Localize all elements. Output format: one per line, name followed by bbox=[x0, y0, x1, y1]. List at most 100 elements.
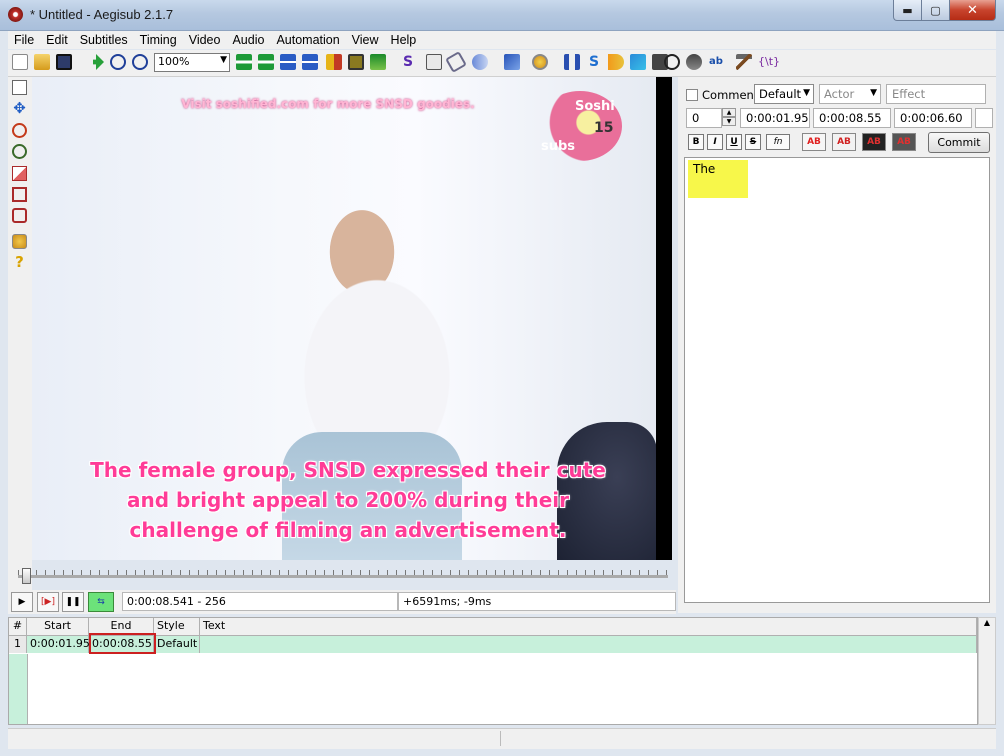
aegisub-app-icon[interactable] bbox=[8, 7, 23, 22]
styles-manager-icon[interactable] bbox=[370, 54, 386, 70]
snap-to-keyframe-icon[interactable] bbox=[326, 54, 342, 70]
gear-icon[interactable] bbox=[686, 54, 702, 70]
maximize-button[interactable]: ▢ bbox=[921, 0, 950, 21]
menu-help[interactable]: Help bbox=[385, 33, 423, 47]
col-header-style[interactable]: Style bbox=[154, 618, 200, 635]
move-tool-icon[interactable]: ✥ bbox=[12, 101, 27, 116]
lua-script-icon[interactable]: {\t} bbox=[758, 54, 780, 70]
video-time-readout[interactable]: 0:00:08.541 - 256 bbox=[122, 592, 398, 611]
copy-icon[interactable] bbox=[630, 54, 646, 70]
primary-color-button[interactable]: AB bbox=[802, 133, 826, 151]
start-time-field[interactable]: 0:00:01.95 bbox=[740, 108, 810, 128]
menu-view[interactable]: View bbox=[346, 33, 385, 47]
menu-edit[interactable]: Edit bbox=[40, 33, 74, 47]
abc-check-icon[interactable]: ab bbox=[708, 54, 724, 70]
menu-video[interactable]: Video bbox=[183, 33, 227, 47]
end-time-annotation-box bbox=[89, 633, 156, 654]
strikeout-button[interactable]: S bbox=[745, 134, 761, 150]
actor-select[interactable]: Actor ▼ bbox=[819, 84, 881, 104]
standard-tool-icon[interactable] bbox=[12, 80, 27, 95]
layer-field[interactable]: 0 bbox=[686, 108, 722, 128]
end-time-field[interactable]: 0:00:08.55 bbox=[813, 108, 891, 128]
spin-down-icon[interactable]: ▼ bbox=[722, 117, 736, 126]
menu-audio[interactable]: Audio bbox=[226, 33, 270, 47]
secondary-color-button[interactable]: AB bbox=[832, 133, 856, 151]
outline-color-button[interactable]: AB bbox=[862, 133, 886, 151]
col-header-text[interactable]: Text bbox=[200, 618, 977, 635]
play-button[interactable]: ▶ bbox=[11, 592, 33, 612]
shadow-color-button[interactable]: AB bbox=[892, 133, 916, 151]
fonts-collector-icon[interactable] bbox=[445, 51, 467, 73]
timer-icon[interactable] bbox=[664, 54, 680, 70]
col-header-start[interactable]: Start bbox=[27, 618, 89, 635]
auto-scroll-toggle[interactable]: ⇆ bbox=[88, 592, 114, 612]
menu-subtitles[interactable]: Subtitles bbox=[74, 33, 134, 47]
attachments-icon[interactable] bbox=[426, 54, 442, 70]
new-file-icon[interactable] bbox=[12, 54, 28, 70]
properties-icon[interactable]: S bbox=[400, 54, 416, 70]
timing-postprocessor-icon[interactable] bbox=[532, 54, 548, 70]
set-start-to-video-icon[interactable] bbox=[280, 54, 296, 70]
subtitle-text-editor[interactable]: The bbox=[684, 157, 990, 603]
realtime-tool-icon[interactable] bbox=[12, 234, 27, 249]
zoom-in-icon[interactable] bbox=[110, 54, 126, 70]
menu-automation[interactable]: Automation bbox=[270, 33, 345, 47]
spell-checker-icon[interactable]: S bbox=[586, 54, 602, 70]
minimize-button[interactable]: ▬ bbox=[893, 0, 922, 21]
video-snap-icon[interactable] bbox=[348, 54, 364, 70]
margin-field[interactable] bbox=[975, 108, 993, 128]
jump-to-icon[interactable] bbox=[88, 54, 104, 70]
menu-file[interactable]: File bbox=[8, 33, 40, 47]
zoom-out-icon[interactable] bbox=[132, 54, 148, 70]
row-text bbox=[200, 636, 977, 653]
jump-video-to-end-icon[interactable] bbox=[258, 54, 274, 70]
help-icon[interactable]: ? bbox=[12, 255, 27, 270]
play-icon: ▶ bbox=[18, 597, 26, 607]
comment-checkbox[interactable] bbox=[686, 89, 698, 101]
close-button[interactable]: ✕ bbox=[949, 0, 996, 21]
pause-icon: ❚❚ bbox=[65, 597, 81, 607]
window-title: * Untitled - Aegisub 2.1.7 bbox=[30, 7, 174, 22]
rotate-xy-tool-icon[interactable] bbox=[12, 144, 27, 159]
jump-video-to-start-icon[interactable] bbox=[236, 54, 252, 70]
effect-field[interactable]: Effect bbox=[886, 84, 986, 104]
scale-tool-icon[interactable] bbox=[12, 166, 27, 181]
grid-gutter bbox=[9, 654, 28, 724]
video-display[interactable]: Soshi subs 15 Visit soshified.com for mo… bbox=[32, 77, 672, 560]
main-toolbar: 100% ▼ S S ab {\t} bbox=[8, 50, 996, 77]
font-button[interactable]: fn bbox=[766, 134, 790, 150]
clip-tool-icon[interactable] bbox=[12, 187, 27, 202]
logo-text-bottom: subs bbox=[541, 139, 576, 154]
video-seek-bar[interactable] bbox=[12, 565, 670, 587]
bold-button[interactable]: B bbox=[688, 134, 704, 150]
col-header-num[interactable]: # bbox=[9, 618, 27, 635]
save-icon[interactable] bbox=[56, 54, 72, 70]
spin-up-icon[interactable]: ▲ bbox=[722, 108, 736, 117]
pause-button[interactable]: ❚❚ bbox=[62, 592, 84, 612]
automation-icon[interactable] bbox=[472, 54, 488, 70]
set-end-to-video-icon[interactable] bbox=[302, 54, 318, 70]
open-file-icon[interactable] bbox=[34, 54, 50, 70]
duration-field[interactable]: 0:00:06.60 bbox=[894, 108, 972, 128]
seek-thumb[interactable] bbox=[22, 568, 31, 584]
italic-button[interactable]: I bbox=[707, 134, 723, 150]
scroll-up-icon[interactable]: ▲ bbox=[979, 618, 995, 627]
vector-clip-tool-icon[interactable] bbox=[12, 208, 27, 223]
style-select[interactable]: Default ▼ bbox=[754, 84, 814, 104]
seek-track[interactable] bbox=[18, 575, 668, 578]
translation-assistant-icon[interactable] bbox=[608, 54, 624, 70]
commit-button[interactable]: Commit bbox=[928, 132, 990, 153]
subtitle-grid[interactable]: # Start End Style Text 1 0:00:01.95 0:00… bbox=[8, 617, 978, 725]
subtitle-line-3: challenge of filming an advertisement. bbox=[129, 518, 567, 542]
underline-button[interactable]: U bbox=[726, 134, 742, 150]
menu-timing[interactable]: Timing bbox=[134, 33, 183, 47]
layer-spinner[interactable]: ▲ ▼ bbox=[722, 108, 736, 128]
zoom-select[interactable]: 100% ▼ bbox=[154, 53, 230, 72]
kanji-timer-icon[interactable] bbox=[564, 54, 580, 70]
play-line-button[interactable]: [▶] bbox=[37, 592, 59, 612]
rotate-z-tool-icon[interactable] bbox=[12, 123, 27, 138]
grid-scrollbar[interactable]: ▲ bbox=[978, 617, 996, 725]
hammer-icon[interactable] bbox=[736, 54, 752, 70]
resample-icon[interactable] bbox=[504, 54, 520, 70]
subtitle-offset-readout[interactable]: +6591ms; -9ms bbox=[398, 592, 676, 611]
